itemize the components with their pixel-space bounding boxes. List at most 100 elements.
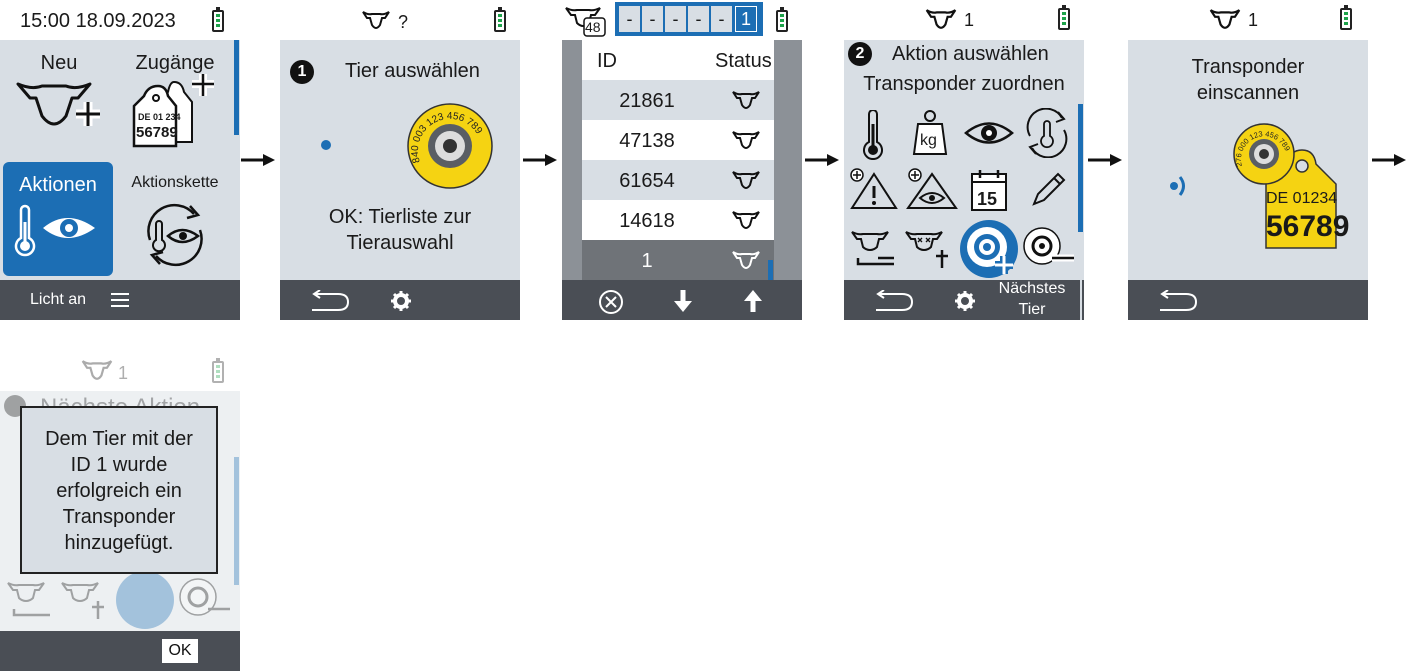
id-digit-active[interactable]: 1 [735,6,757,32]
menu-item-zugaenge[interactable]: Zugänge DE 01 234 56789 [118,40,232,160]
footer-bar: Licht an [0,280,240,320]
scrollbar[interactable] [234,40,239,135]
row-id: 1 [641,250,653,272]
cow-status-icon [732,131,760,150]
flow-arrow-icon [241,154,275,166]
tag-line1: DE 01 234 [138,112,181,122]
screen-animal-list: 48 - - - - - 1 ID Status 21861 47138 616… [562,0,802,320]
status-bar: ? [280,0,520,40]
cow-death-icon[interactable] [904,228,956,270]
back-icon[interactable] [308,290,354,312]
action-panel: 2 Aktion auswählen Transponder zuordnen … [844,40,1084,280]
transponder-icon: 840 003 123 456 789 [407,103,493,189]
cancel-icon[interactable] [598,289,624,315]
cow-minus-icon[interactable] [850,228,898,268]
flow-arrow-icon [1372,154,1406,166]
thermometer-icon[interactable] [860,110,886,160]
menu-label-aktionskette: Aktionskette [131,174,219,191]
page-title: Aktion auswählen [892,43,1049,65]
screen-main-menu: 15:00 18.09.2023 Neu Zugänge DE 01 234 5… [0,0,240,320]
dialog-message-line1: Dem Tier mit der [45,428,193,450]
edit-pencil-icon[interactable] [1028,170,1068,210]
observation-plus-icon[interactable] [906,168,958,210]
scrollbar[interactable] [768,260,773,280]
scan-panel: Transponder einscannen 276 000 123 456 7… [1128,40,1368,280]
ok-button[interactable]: OK [162,639,198,663]
settings-gear-icon[interactable] [954,290,976,312]
settings-gear-icon[interactable] [390,290,412,312]
back-icon[interactable] [1156,290,1202,312]
hint-line1: OK: Tierliste zur [328,206,472,228]
title-line1: Transponder [1191,56,1305,78]
scanning-icon [1170,176,1185,196]
back-icon[interactable] [872,290,918,312]
animal-table: ID Status 21861 47138 61654 14618 1 [582,40,774,280]
scrollbar[interactable] [1078,104,1083,232]
cow-icon [362,11,390,30]
arrow-up-icon[interactable] [742,288,764,314]
scrollbar [234,457,239,585]
animal-count: 48 [585,19,601,35]
menu-icon[interactable] [110,292,130,308]
dialog-message-line5: hinzugefügt. [64,532,174,554]
transponder-minus-icon [179,578,230,616]
transponder-minus-icon[interactable] [1022,226,1076,270]
screen-select-animal: ? 1 Tier auswählen 840 003 123 456 789 O… [280,0,520,320]
menu-label-aktionen: Aktionen [19,174,97,196]
table-row[interactable]: 61654 [582,160,774,200]
screen-select-action: 1 2 Aktion auswählen Transponder zuordne… [844,0,1084,320]
id-digit[interactable]: - [688,6,709,32]
warning-plus-icon[interactable] [850,168,898,210]
next-animal-button[interactable]: Nächstes Tier [982,280,1082,320]
footer-bar: Nächstes Tier [844,280,1084,320]
column-header-status: Status [715,50,772,72]
footer-bar: OK [0,631,240,671]
footer-bar [562,280,802,320]
column-header-id: ID [597,50,617,72]
ear-tag-line1: DE 01234 [1266,190,1338,207]
menu-label-neu: Neu [40,52,78,74]
transponder-plus-icon [116,571,174,629]
footer-bar [280,280,520,320]
menu-item-aktionen[interactable]: Aktionen [3,162,113,276]
dialog-message-line4: Transponder [62,506,176,528]
animal-list-panel: ID Status 21861 47138 61654 14618 1 [562,40,802,280]
cow-icon [81,360,113,380]
action-chain-thermometer-icon[interactable] [1022,108,1072,158]
assign-transponder-button[interactable] [960,220,1018,278]
table-row[interactable]: 14618 [582,200,774,240]
scan-dot-icon [321,140,331,150]
status-bar: 1 [0,351,240,391]
id-digit[interactable]: - [665,6,686,32]
arrow-down-icon[interactable] [672,288,694,314]
cow-status-icon [732,171,760,190]
tag-line2: 56789 [136,124,178,141]
flow-arrow-icon [805,154,839,166]
cow-death-icon [61,582,104,619]
menu-item-neu[interactable]: Neu [0,40,118,160]
cow-icon [1209,9,1241,29]
id-input-field[interactable]: - - - - - 1 [615,2,763,36]
page-subtitle: Transponder zuordnen [863,73,1065,95]
footer-bar [1128,280,1368,320]
cow-minus-icon [7,582,50,617]
page-title: Tier auswählen [345,60,480,82]
action-chain-icon [147,203,203,267]
id-digit[interactable]: - [711,6,732,32]
id-digit[interactable]: - [642,6,663,32]
status-bar: 1 [844,0,1084,40]
status-bar: 1 [1128,0,1368,40]
table-row-selected[interactable]: 1 [582,240,774,280]
menu-item-aktionskette[interactable]: Aktionskette [118,162,232,276]
table-row[interactable]: 21861 [582,80,774,120]
animal-id: 1 [1248,10,1259,30]
flow-arrow-icon [523,154,557,166]
battery-icon [1340,5,1352,30]
id-digit[interactable]: - [619,6,640,32]
screen-success-message: 1 Nächste Aktion Dem Tier mit der ID 1 [0,351,240,671]
faded-background-panel: Nächste Aktion Dem Tier mit der ID 1 wur… [0,391,240,631]
eye-icon[interactable] [964,118,1014,148]
table-row[interactable]: 47138 [582,120,774,160]
footer-light-button[interactable]: Licht an [30,291,86,309]
battery-icon [776,7,788,32]
